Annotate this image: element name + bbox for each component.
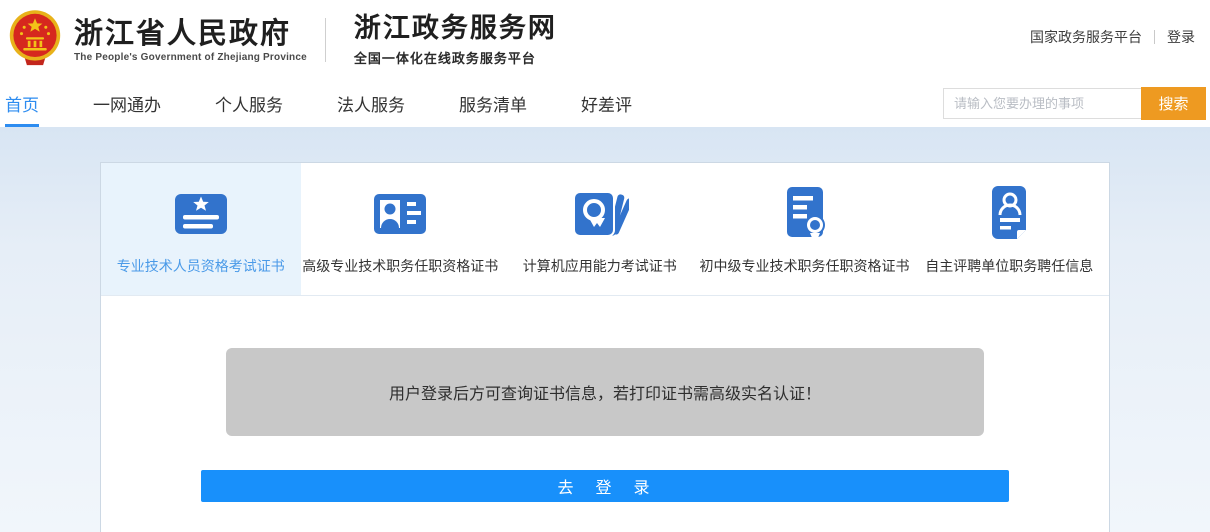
certificate-tabs: 专业技术人员资格考试证书 高级专业技术职务任职资格证书 — [101, 163, 1109, 296]
nav-item-personal-services[interactable]: 个人服务 — [215, 80, 283, 127]
search-button[interactable]: 搜索 — [1141, 87, 1206, 120]
nav-search: 搜索 — [943, 80, 1206, 127]
tab-label: 计算机应用能力考试证书 — [523, 256, 677, 276]
medal-card-icon — [571, 183, 629, 243]
tab-label: 高级专业技术职务任职资格证书 — [302, 256, 498, 276]
login-notice-text: 用户登录后方可查询证书信息，若打印证书需高级实名认证！ — [389, 380, 821, 404]
tab-label: 初中级专业技术职务任职资格证书 — [700, 256, 910, 276]
page-background: 专业技术人员资格考试证书 高级专业技术职务任职资格证书 — [0, 127, 1210, 532]
nav-item-legal-services[interactable]: 法人服务 — [337, 80, 405, 127]
tab-junior-mid-professional-title-certificate[interactable]: 初中级专业技术职务任职资格证书 — [700, 163, 910, 295]
national-platform-link[interactable]: 国家政务服务平台 — [1030, 27, 1142, 47]
document-award-icon — [776, 183, 834, 243]
government-subtitle: The People's Government of Zhejiang Prov… — [74, 52, 307, 63]
tab-senior-professional-title-certificate[interactable]: 高级专业技术职务任职资格证书 — [301, 163, 501, 295]
go-login-button[interactable]: 去 登 录 — [201, 470, 1009, 502]
person-document-icon — [980, 183, 1038, 243]
nav-item-one-stop[interactable]: 一网通办 — [93, 80, 161, 127]
national-emblem-icon — [8, 9, 62, 74]
tab-self-evaluation-appointment-info[interactable]: 自主评聘单位职务聘任信息 — [910, 163, 1110, 295]
certificate-star-icon — [172, 183, 230, 243]
header-links: 国家政务服务平台 登录 — [1030, 27, 1195, 47]
nav-item-home[interactable]: 首页 — [5, 80, 39, 127]
go-login-button-label: 去 登 录 — [557, 474, 652, 498]
tab-label: 专业技术人员资格考试证书 — [117, 256, 285, 276]
tab-label: 自主评聘单位职务聘任信息 — [925, 256, 1093, 276]
portal-title: 浙江政务服务网 — [354, 13, 557, 44]
portal-title-block: 浙江政务服务网 全国一体化在线政务服务平台 — [354, 13, 557, 66]
header-divider — [325, 18, 326, 62]
certificate-panel: 专业技术人员资格考试证书 高级专业技术职务任职资格证书 — [100, 162, 1110, 532]
id-card-icon — [371, 183, 429, 243]
main-nav: 首页 一网通办 个人服务 法人服务 服务清单 好差评 搜索 — [0, 80, 1210, 127]
tab-professional-exam-certificate[interactable]: 专业技术人员资格考试证书 — [101, 163, 301, 295]
nav-item-service-list[interactable]: 服务清单 — [459, 80, 527, 127]
government-title: 浙江省人民政府 — [74, 17, 307, 50]
nav-item-feedback[interactable]: 好差评 — [581, 80, 632, 127]
header-links-separator — [1154, 30, 1155, 44]
login-link[interactable]: 登录 — [1167, 27, 1195, 47]
tab-computer-skill-certificate[interactable]: 计算机应用能力考试证书 — [500, 163, 700, 295]
government-title-block: 浙江省人民政府 The People's Government of Zheji… — [74, 17, 307, 63]
portal-subtitle: 全国一体化在线政务服务平台 — [354, 48, 557, 67]
site-header: 浙江省人民政府 The People's Government of Zheji… — [0, 0, 1210, 80]
login-notice-box: 用户登录后方可查询证书信息，若打印证书需高级实名认证！ — [226, 348, 984, 436]
search-input[interactable] — [943, 88, 1141, 119]
